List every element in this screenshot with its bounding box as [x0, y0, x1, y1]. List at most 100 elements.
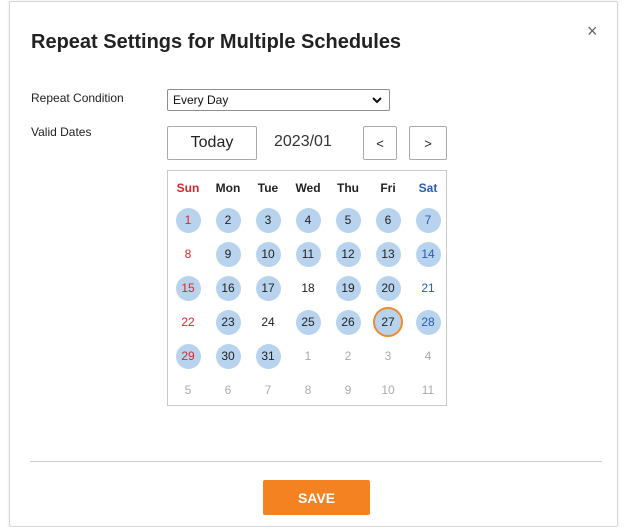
- calendar-day[interactable]: 18: [296, 276, 321, 301]
- calendar-day[interactable]: 9: [336, 378, 361, 403]
- weekday-fri: Fri: [380, 181, 396, 195]
- calendar-grid: Sun Mon Tue Wed Thu Fri Sat 1 2 3 4 5 6 7 8 9 10 1…: [167, 170, 447, 406]
- current-month: 2023/01: [274, 133, 332, 150]
- calendar-cell: 26: [328, 305, 368, 339]
- calendar-day[interactable]: 17: [255, 275, 281, 301]
- calendar-cell: 6: [368, 203, 408, 237]
- footer-divider: [30, 461, 602, 462]
- calendar-day[interactable]: 19: [335, 275, 361, 301]
- calendar-day[interactable]: 12: [335, 241, 361, 267]
- calendar-day[interactable]: 13: [375, 241, 401, 267]
- calendar-cell: 2: [328, 339, 368, 373]
- calendar-day[interactable]: 1: [175, 207, 201, 233]
- calendar-cell: 12: [328, 237, 368, 271]
- calendar-cell: 8: [288, 373, 328, 407]
- calendar-cell: 10: [248, 237, 288, 271]
- calendar-cell: 2: [208, 203, 248, 237]
- weekday-mon: Mon: [215, 181, 241, 195]
- calendar-day[interactable]: 3: [255, 207, 281, 233]
- calendar-day[interactable]: 11: [295, 241, 321, 267]
- calendar-day[interactable]: 22: [176, 310, 201, 335]
- calendar-cell: 7: [248, 373, 288, 407]
- calendar-day[interactable]: 10: [376, 378, 401, 403]
- calendar-cell: 5: [168, 373, 208, 407]
- calendar-day[interactable]: 20: [375, 275, 401, 301]
- calendar-day[interactable]: 9: [215, 241, 241, 267]
- calendar-weekday-header: Sun Mon Tue Wed Thu Fri Sat: [168, 178, 448, 198]
- calendar-day[interactable]: 3: [376, 344, 401, 369]
- weekday-wed: Wed: [295, 181, 321, 195]
- calendar-day[interactable]: 1: [296, 344, 321, 369]
- calendar-cell: 24: [248, 305, 288, 339]
- calendar-day[interactable]: 8: [296, 378, 321, 403]
- calendar-cell: 9: [208, 237, 248, 271]
- calendar-day[interactable]: 7: [256, 378, 281, 403]
- valid-dates-label: Valid Dates: [31, 125, 92, 139]
- calendar-cell: 16: [208, 271, 248, 305]
- calendar-week-row: 29 30 31 1 2 3 4: [168, 339, 448, 373]
- calendar-cell: 11: [408, 373, 448, 407]
- save-button[interactable]: SAVE: [263, 480, 370, 515]
- repeat-condition-value: Every Day: [173, 93, 229, 107]
- calendar-cell: 25: [288, 305, 328, 339]
- calendar-day[interactable]: 23: [215, 309, 241, 335]
- calendar-cell: 13: [368, 237, 408, 271]
- calendar-cell: 15: [168, 271, 208, 305]
- repeat-condition-select[interactable]: Every Day: [167, 89, 390, 111]
- calendar-day[interactable]: 2: [336, 344, 361, 369]
- calendar-day[interactable]: 2: [215, 207, 241, 233]
- calendar-cell: 30: [208, 339, 248, 373]
- weekday-thu: Thu: [337, 181, 359, 195]
- calendar-day[interactable]: 21: [416, 276, 441, 301]
- calendar-cell: 20: [368, 271, 408, 305]
- calendar-cell: 9: [328, 373, 368, 407]
- calendar-cell: 3: [248, 203, 288, 237]
- calendar-cell: 23: [208, 305, 248, 339]
- calendar-day[interactable]: 30: [215, 343, 241, 369]
- calendar-cell: 31: [248, 339, 288, 373]
- calendar-day[interactable]: 10: [255, 241, 281, 267]
- calendar-cell: 22: [168, 305, 208, 339]
- calendar-cell: 21: [408, 271, 448, 305]
- calendar-cell: 14: [408, 237, 448, 271]
- calendar-day[interactable]: 25: [295, 309, 321, 335]
- today-button[interactable]: Today: [167, 126, 257, 160]
- calendar-cell: 28: [408, 305, 448, 339]
- calendar-cell: 18: [288, 271, 328, 305]
- calendar-day[interactable]: 7: [415, 207, 441, 233]
- repeat-settings-dialog: Repeat Settings for Multiple Schedules ×…: [9, 1, 618, 527]
- calendar-day[interactable]: 15: [175, 275, 201, 301]
- dialog-title: Repeat Settings for Multiple Schedules: [31, 31, 402, 53]
- calendar-day[interactable]: 28: [415, 309, 441, 335]
- calendar-day[interactable]: 5: [335, 207, 361, 233]
- weekday-sun: Sun: [176, 181, 200, 195]
- calendar-day[interactable]: 27: [373, 307, 403, 337]
- prev-month-button[interactable]: <: [363, 126, 397, 160]
- calendar-day[interactable]: 6: [216, 378, 241, 403]
- calendar-day[interactable]: 31: [255, 343, 281, 369]
- calendar-day[interactable]: 5: [176, 378, 201, 403]
- calendar-day[interactable]: 6: [375, 207, 401, 233]
- calendar-day[interactable]: 8: [176, 242, 201, 267]
- calendar-day[interactable]: 26: [335, 309, 361, 335]
- calendar-cell: 1: [168, 203, 208, 237]
- calendar-cell: 6: [208, 373, 248, 407]
- calendar-day[interactable]: 14: [415, 241, 441, 267]
- calendar-cell: 11: [288, 237, 328, 271]
- calendar-day[interactable]: 11: [416, 378, 441, 403]
- calendar-day[interactable]: 16: [215, 275, 241, 301]
- calendar-cell: 8: [168, 237, 208, 271]
- weekday-tue: Tue: [257, 181, 279, 195]
- calendar-week-row: 15 16 17 18 19 20 21: [168, 271, 448, 305]
- close-icon[interactable]: ×: [587, 22, 598, 40]
- calendar-cell: 4: [288, 203, 328, 237]
- calendar-day[interactable]: 24: [256, 310, 281, 335]
- calendar-week-row: 1234567: [168, 203, 448, 237]
- next-month-button[interactable]: >: [409, 126, 447, 160]
- calendar-day[interactable]: 4: [416, 344, 441, 369]
- calendar-day[interactable]: 29: [175, 343, 201, 369]
- calendar-week-row: 8 9 10 11 12 13 14: [168, 237, 448, 271]
- calendar-cell: 27: [368, 305, 408, 339]
- calendar-day[interactable]: 4: [295, 207, 321, 233]
- calendar-cell: 4: [408, 339, 448, 373]
